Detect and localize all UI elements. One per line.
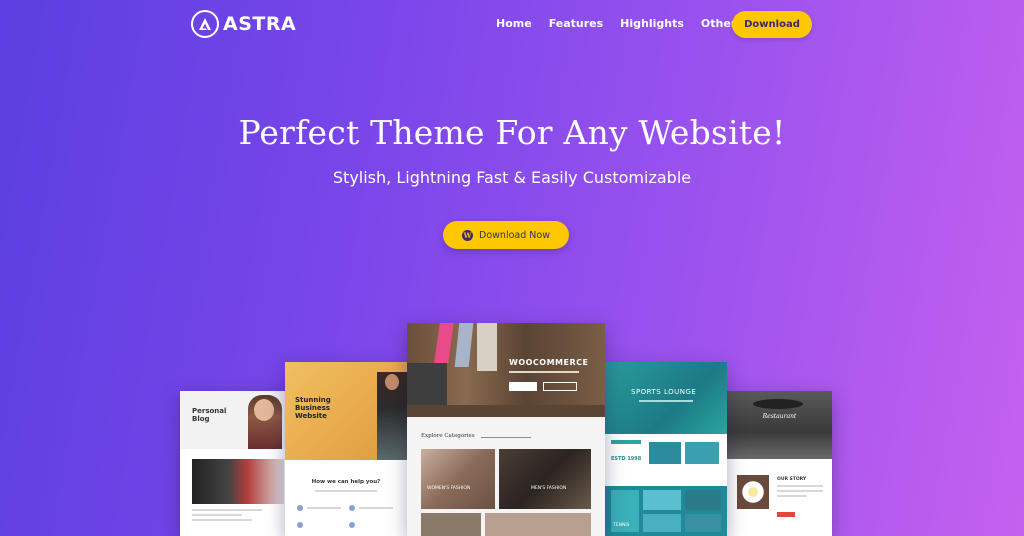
nav-home-link[interactable]: Home: [496, 17, 532, 30]
woocommerce-title: WOOCOMMERCE: [509, 358, 589, 367]
business-section-title: How we can help you?: [311, 479, 381, 485]
download-button[interactable]: Download: [732, 11, 812, 38]
download-now-button[interactable]: W Download Now: [443, 221, 569, 249]
woo-shop-button: [509, 382, 537, 391]
restaurant-read-more-button: [777, 512, 795, 517]
woo-collection-button: [543, 382, 577, 391]
sports-lounge-mockup: SPORTS LOUNGE ESTD 1998 TENNIS: [605, 362, 727, 536]
mens-fashion-label: MEN'S FASHION: [531, 486, 567, 491]
business-title: Stunning Business Website: [295, 396, 331, 421]
brand-name: ASTRA: [223, 13, 297, 35]
restaurant-section-title: OUR STORY: [777, 477, 807, 482]
sports-title: SPORTS LOUNGE: [631, 388, 697, 396]
blog-title: Personal Blog: [192, 407, 227, 424]
astra-logo-icon: [191, 10, 219, 38]
mens-fashion-tile: [499, 449, 591, 509]
hero-title: Perfect Theme For Any Website!: [238, 113, 786, 152]
tennis-label: TENNIS: [613, 523, 630, 528]
nav-features-link[interactable]: Features: [549, 17, 603, 30]
woocommerce-mockup: WOOCOMMERCE Explore Categories WOMEN'S F…: [407, 323, 605, 536]
hero-subtitle: Stylish, Lightning Fast & Easily Customi…: [332, 168, 692, 187]
restaurant-food-photo: [737, 475, 769, 509]
woo-section-title: Explore Categories: [421, 433, 475, 439]
womens-fashion-label: WOMEN'S FASHION: [427, 486, 471, 491]
restaurant-title: Restaurant: [762, 413, 797, 420]
brand-logo[interactable]: ASTRA: [191, 10, 296, 38]
restaurant-mockup: Restaurant OUR STORY: [727, 391, 832, 536]
sports-year: ESTD 1998: [611, 456, 642, 462]
nav-highlights-link[interactable]: Highlights: [620, 17, 684, 30]
womens-fashion-tile: [421, 449, 495, 509]
blog-post-photo: [192, 459, 284, 504]
wordpress-icon: W: [462, 229, 474, 241]
business-website-mockup: Stunning Business Website How we can hel…: [285, 362, 407, 536]
personal-blog-mockup: Personal Blog: [180, 391, 287, 536]
top-navigation: ASTRA Home Features Highlights Other Fea…: [0, 0, 1024, 50]
download-now-label: Download Now: [479, 229, 550, 241]
